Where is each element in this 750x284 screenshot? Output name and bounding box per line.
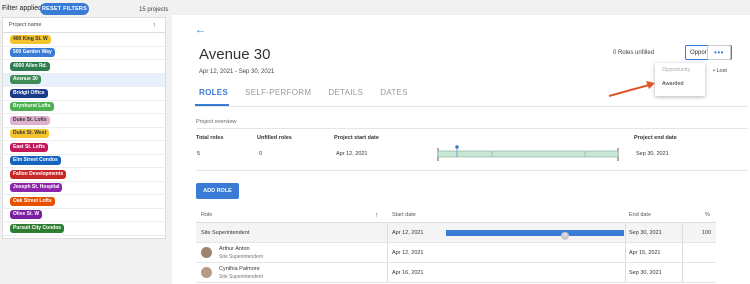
row-start-date: Apr 12, 2021 bbox=[392, 229, 424, 236]
project-chip: 500 Garden Way bbox=[10, 48, 55, 58]
project-list: Project name ↑ 400 King St. W 500 Garden … bbox=[2, 17, 166, 239]
project-chip: Oak Street Lofts bbox=[10, 196, 55, 206]
project-list-item[interactable]: 4000 Allen Rd. bbox=[3, 60, 165, 74]
tab-self-perform[interactable]: SELF-PERFORM bbox=[245, 88, 311, 97]
project-end-label: Project end date bbox=[634, 135, 677, 141]
table-row[interactable]: Arthur Anton Site Superintendent Apr 12,… bbox=[196, 243, 716, 263]
overview-divider bbox=[196, 128, 748, 129]
project-chip: 4000 Allen Rd. bbox=[10, 61, 50, 71]
project-start-value: Apr 12, 2021 bbox=[336, 151, 368, 157]
project-chip: East St. Lofts bbox=[10, 142, 48, 152]
person-name: Cynthia Palmore bbox=[219, 266, 260, 272]
project-list-item[interactable]: Elm Street Condos bbox=[3, 155, 165, 168]
end-date-column-header[interactable]: End date bbox=[629, 212, 651, 218]
annotation-arrow bbox=[608, 81, 655, 97]
reset-filters-button[interactable]: RESET FILTERS bbox=[40, 3, 89, 15]
avatar bbox=[201, 247, 212, 258]
roles-table-header: Role ↑ Start date End date % bbox=[196, 208, 716, 223]
filter-applied-label: Filter applied bbox=[2, 5, 43, 12]
project-chip: Olive St. W bbox=[10, 210, 43, 220]
role-column-header[interactable]: Role bbox=[201, 212, 212, 218]
table-row[interactable]: Site Superintendent Apr 12, 2021 Sep 30,… bbox=[196, 223, 716, 243]
row-percent: 100 bbox=[702, 229, 712, 236]
project-chip: 400 King St. W bbox=[10, 34, 51, 44]
project-list-item[interactable]: Fallon Developments bbox=[3, 168, 165, 182]
project-list-header[interactable]: Project name ↑ bbox=[3, 18, 165, 33]
menu-item-awarded[interactable]: Awarded bbox=[655, 77, 705, 91]
remove-icon[interactable]: × bbox=[561, 232, 569, 240]
table-row[interactable]: Cynthia Palmore Site Superintendent Apr … bbox=[196, 263, 716, 283]
row-end-date: Sep 30, 2021 bbox=[629, 229, 662, 236]
project-list-item[interactable]: Duke St. West bbox=[3, 128, 165, 141]
person-role: Site Superintendent bbox=[219, 274, 263, 280]
project-count: 15 projects bbox=[139, 7, 169, 13]
project-chip: Brynhurst Lofts bbox=[10, 102, 54, 112]
project-chip: Duke St. Lofts bbox=[10, 115, 50, 125]
tab-bar: ROLES SELF-PERFORM DETAILS DATES bbox=[199, 88, 425, 97]
row-end-date: Sep 30, 2021 bbox=[629, 269, 662, 276]
person-name: Arthur Anton bbox=[219, 246, 250, 252]
total-roles-value: 5 bbox=[197, 151, 201, 157]
person-role: Site Superintendent bbox=[219, 254, 263, 260]
roles-table: Role ↑ Start date End date % Site Superi… bbox=[196, 208, 716, 283]
tabs-divider bbox=[195, 106, 748, 107]
project-list-item[interactable]: Joseph St. Hospital bbox=[3, 182, 165, 195]
row-start-date: Apr 12, 2021 bbox=[392, 249, 424, 256]
project-title: Avenue 30 bbox=[199, 46, 271, 63]
role-timeline-bar bbox=[446, 230, 624, 236]
project-list-item[interactable]: Pursuit City Condos bbox=[3, 222, 165, 236]
tab-dates[interactable]: DATES bbox=[380, 88, 408, 97]
project-list-item[interactable]: 400 King St. W bbox=[3, 33, 165, 47]
unfilled-roles-label: Unfilled roles bbox=[257, 135, 292, 141]
add-role-button[interactable]: ADD ROLE bbox=[196, 183, 239, 199]
lost-label: Lost bbox=[716, 68, 727, 74]
row-start-date: Apr 16, 2021 bbox=[392, 269, 424, 276]
project-list-item[interactable]: Olive St. W bbox=[3, 209, 165, 222]
row-end-date: Apr 15, 2021 bbox=[629, 249, 661, 256]
project-list-item[interactable]: Duke St. Lofts bbox=[3, 114, 165, 128]
status-menu: Opportunity Awarded bbox=[655, 63, 705, 96]
project-chip: Fallon Developments bbox=[10, 169, 67, 179]
start-date-column-header[interactable]: Start date bbox=[392, 212, 416, 218]
project-dates: Apr 12, 2021 - Sep 30, 2021 bbox=[199, 69, 275, 75]
role-sort-icon[interactable]: ↑ bbox=[375, 212, 379, 219]
project-start-label: Project start date bbox=[334, 135, 379, 141]
unfilled-roles-value: 0 bbox=[259, 151, 263, 157]
project-list-item[interactable]: 500 Garden Way bbox=[3, 47, 165, 60]
role-name: Site Superintendent bbox=[201, 229, 250, 236]
project-chip: Avenue 30 bbox=[10, 75, 41, 85]
project-list-item[interactable]: Avenue 30 bbox=[3, 73, 165, 87]
project-chip: Joseph St. Hospital bbox=[10, 183, 63, 193]
sort-arrow-icon[interactable]: ↑ bbox=[153, 22, 157, 29]
project-list-item[interactable]: Oak Street Lofts bbox=[3, 195, 165, 209]
project-chip: Elm Street Condos bbox=[10, 156, 61, 166]
more-options-button[interactable]: ••• bbox=[707, 45, 731, 60]
project-end-value: Sep 30, 2021 bbox=[636, 151, 669, 157]
roles-unfilled: 0 Roles unfilled bbox=[613, 50, 655, 56]
project-name-header: Project name bbox=[9, 22, 42, 28]
back-arrow-icon[interactable]: ← bbox=[195, 24, 206, 36]
tab-roles[interactable]: ROLES bbox=[199, 88, 228, 97]
tab-details[interactable]: DETAILS bbox=[328, 88, 363, 97]
project-list-item[interactable]: Brynhurst Lofts bbox=[3, 101, 165, 114]
project-chip: Duke St. West bbox=[10, 129, 50, 139]
percent-column-header: % bbox=[705, 212, 710, 218]
project-list-item[interactable]: East St. Lofts bbox=[3, 141, 165, 155]
project-list-item[interactable]: Bridgit Office bbox=[3, 87, 165, 101]
project-chip: Bridgit Office bbox=[10, 88, 48, 98]
project-chip: Pursuit City Condos bbox=[10, 223, 65, 233]
overview-divider-bottom bbox=[196, 170, 748, 171]
total-roles-label: Total roles bbox=[196, 135, 224, 141]
overview-timeline bbox=[437, 145, 619, 161]
avatar bbox=[201, 267, 212, 278]
overview-title: Project overview bbox=[196, 119, 237, 125]
menu-item-opportunity[interactable]: Opportunity bbox=[655, 63, 705, 77]
lost-option[interactable]: • Lost bbox=[713, 68, 727, 74]
project-detail-panel: ← Avenue 30 Apr 12, 2021 - Sep 30, 2021 … bbox=[172, 15, 750, 284]
